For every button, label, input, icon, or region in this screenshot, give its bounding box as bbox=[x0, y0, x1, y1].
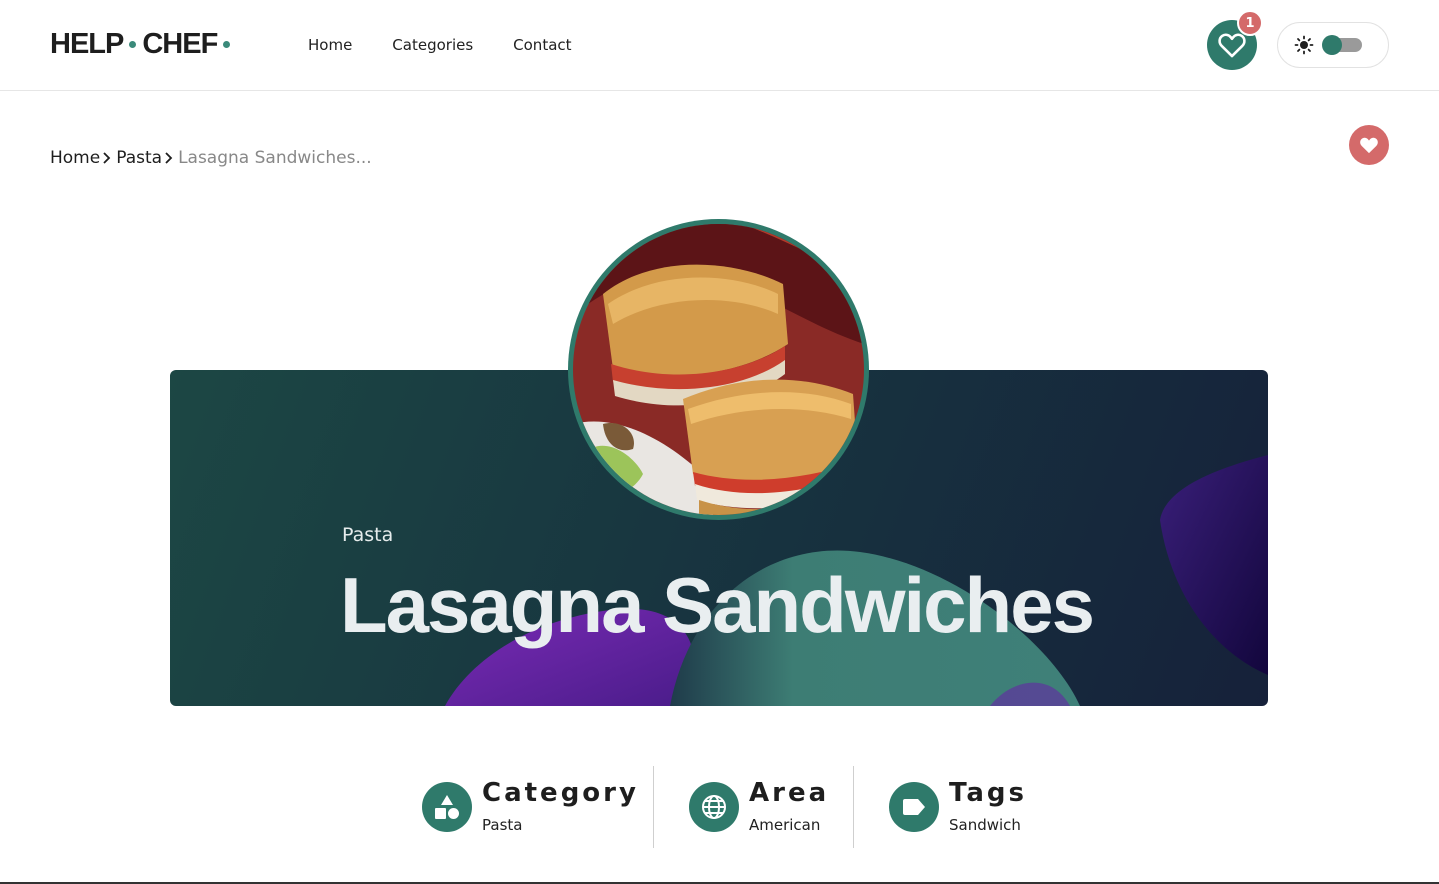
theme-switch-knob bbox=[1322, 35, 1342, 55]
info-area: Area American bbox=[689, 766, 839, 848]
favorites-count-badge: 1 bbox=[1237, 10, 1263, 36]
sun-icon bbox=[1294, 35, 1314, 55]
theme-switch[interactable] bbox=[1322, 35, 1362, 55]
logo-text-chef: CHEF bbox=[142, 28, 218, 60]
info-category-value: Pasta bbox=[482, 816, 523, 834]
hero-category: Pasta bbox=[342, 524, 394, 546]
recipe-title: Lasagna Sandwiches bbox=[340, 561, 1095, 649]
logo[interactable]: HELP CHEF bbox=[50, 28, 236, 61]
logo-dot bbox=[129, 41, 137, 48]
logo-text-help: HELP bbox=[50, 28, 124, 60]
chevron-right-icon bbox=[102, 151, 112, 165]
breadcrumb-current: Lasagna Sandwiches... bbox=[178, 148, 372, 168]
chevron-right-icon bbox=[164, 151, 174, 165]
shapes-icon bbox=[422, 782, 472, 832]
info-divider bbox=[653, 766, 654, 848]
main-nav: Home Categories Contact bbox=[308, 36, 572, 54]
info-area-title: Area bbox=[749, 778, 830, 808]
theme-toggle[interactable] bbox=[1277, 22, 1389, 68]
logo-dot bbox=[223, 41, 231, 48]
nav-contact[interactable]: Contact bbox=[513, 36, 571, 54]
add-favorite-button[interactable] bbox=[1349, 125, 1389, 165]
nav-categories[interactable]: Categories bbox=[392, 36, 473, 54]
info-category: Category Pasta bbox=[422, 766, 636, 848]
breadcrumb-home[interactable]: Home bbox=[50, 148, 100, 168]
dish-image bbox=[573, 224, 864, 515]
dish-image-frame bbox=[568, 219, 869, 520]
info-tags-title: Tags bbox=[949, 778, 1028, 808]
info-divider bbox=[853, 766, 854, 848]
info-area-value: American bbox=[749, 816, 821, 834]
globe-icon bbox=[689, 782, 739, 832]
tag-icon bbox=[889, 782, 939, 832]
heart-outline-icon bbox=[1218, 33, 1246, 58]
info-tags-value: Sandwich bbox=[949, 816, 1021, 834]
info-tags: Tags Sandwich bbox=[889, 766, 1049, 848]
nav-home[interactable]: Home bbox=[308, 36, 352, 54]
heart-icon bbox=[1360, 137, 1378, 154]
top-header: HELP CHEF Home Categories Contact 1 bbox=[0, 0, 1439, 91]
breadcrumb-category[interactable]: Pasta bbox=[116, 148, 162, 168]
info-category-title: Category bbox=[482, 778, 639, 808]
breadcrumb: Home Pasta Lasagna Sandwiches... bbox=[50, 148, 372, 168]
